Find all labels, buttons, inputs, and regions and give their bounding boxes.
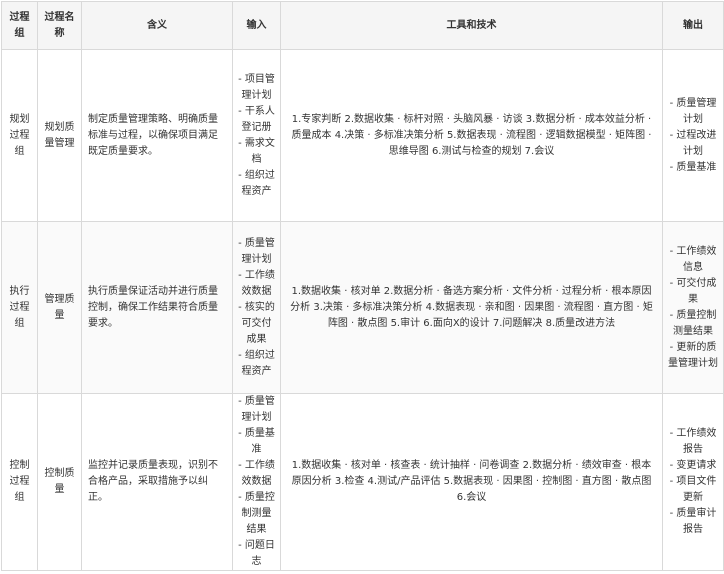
header-process-name: 过程名称 <box>37 1 82 50</box>
header-tools: 工具和技术 <box>280 1 663 50</box>
meaning-cell: 制定质量管理策略、明确质量标准与过程，以确保项目满足既定质量要求。 <box>81 49 233 222</box>
process-name-cell: 规划质量管理 <box>37 49 82 222</box>
tools-cell: 1.数据收集 · 核对单 · 核查表 · 统计抽样 · 问卷调查 2.数据分析 … <box>280 393 663 571</box>
input-item: - 项目管理计划 <box>238 73 275 101</box>
tools-cell: 1.专家判断 2.数据收集 · 标杆对照 · 头脑风暴 · 访谈 3.数据分析 … <box>280 49 663 222</box>
outputs-cell: - 质量管理计划 - 过程改进计划 - 质量基准 <box>662 49 724 222</box>
process-group-cell: 控制过程组 <box>1 393 38 571</box>
outputs-cell: - 工作绩效信息 - 可交付成果 - 质量控制测量结果 - 更新的质量管理计划 <box>662 221 724 394</box>
process-group-cell: 执行过程组 <box>1 221 38 394</box>
output-item: - 工作绩效信息 <box>669 245 717 273</box>
output-item: - 可交付成果 <box>669 277 717 305</box>
header-outputs: 输出 <box>662 1 724 50</box>
header-row: 过程组 过程名称 含义 输入 工具和技术 输出 <box>1 1 724 50</box>
input-item: - 质量管理计划 <box>238 396 275 423</box>
output-item: - 工作绩效报告 <box>669 428 717 455</box>
input-item: - 需求文档 <box>238 137 275 165</box>
output-item: - 质量控制测量结果 <box>669 309 717 337</box>
quality-process-table: 过程组 过程名称 含义 输入 工具和技术 输出 规划过程组 规划质量管理 制定质… <box>1 1 724 571</box>
input-item: - 质量控制测量结果 <box>238 492 275 535</box>
tools-cell: 1.数据收集 · 核对单 2.数据分析 · 备选方案分析 · 文件分析 · 过程… <box>280 221 663 394</box>
inputs-cell: - 质量管理计划 - 质量基准 - 工作绩效数据 - 质量控制测量结果 - 问题… <box>232 393 281 571</box>
output-item: - 过程改进计划 <box>669 129 717 157</box>
inputs-cell: - 项目管理计划 - 干系人登记册 - 需求文档 - 组织过程资产 <box>232 49 281 222</box>
header-inputs: 输入 <box>232 1 281 50</box>
outputs-cell: - 工作绩效报告 - 变更请求 - 项目文件更新 - 质量审计报告 <box>662 393 724 571</box>
process-group-cell: 规划过程组 <box>1 49 38 222</box>
output-item: - 质量审计报告 <box>669 508 717 535</box>
process-name-cell: 管理质量 <box>37 221 82 394</box>
output-item: - 质量基准 <box>669 161 717 173</box>
table-row: 控制过程组 控制质量 监控并记录质量表现，识别不合格产品，采取措施予以纠正。 -… <box>1 393 724 571</box>
input-item: - 工作绩效数据 <box>238 269 275 297</box>
header-process-group: 过程组 <box>1 1 38 50</box>
inputs-cell: - 质量管理计划 - 工作绩效数据 - 核实的可交付成果 - 组织过程资产 <box>232 221 281 394</box>
output-item: - 变更请求 <box>669 460 717 471</box>
input-item: - 质量基准 <box>238 428 275 455</box>
output-item: - 项目文件更新 <box>669 476 717 503</box>
input-item: - 工作绩效数据 <box>238 460 275 487</box>
input-item: - 核实的可交付成果 <box>238 301 275 345</box>
input-item: - 组织过程资产 <box>238 349 275 377</box>
output-item: - 更新的质量管理计划 <box>668 341 718 369</box>
meaning-cell: 执行质量保证活动并进行质量控制，确保工作结果符合质量要求。 <box>81 221 233 394</box>
table-row: 执行过程组 管理质量 执行质量保证活动并进行质量控制，确保工作结果符合质量要求。… <box>1 221 724 394</box>
table-row: 规划过程组 规划质量管理 制定质量管理策略、明确质量标准与过程，以确保项目满足既… <box>1 49 724 222</box>
header-meaning: 含义 <box>81 1 233 50</box>
meaning-cell: 监控并记录质量表现，识别不合格产品，采取措施予以纠正。 <box>81 393 233 571</box>
output-item: - 质量管理计划 <box>669 97 717 125</box>
input-item: - 问题日志 <box>238 540 275 567</box>
input-item: - 组织过程资产 <box>238 169 275 197</box>
input-item: - 质量管理计划 <box>238 237 275 265</box>
process-name-cell: 控制质量 <box>37 393 82 571</box>
input-item: - 干系人登记册 <box>238 105 275 133</box>
